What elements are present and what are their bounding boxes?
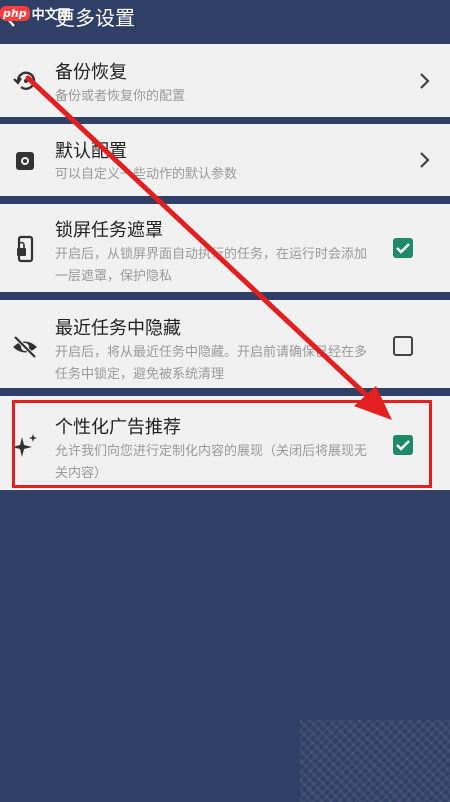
watermark-logo: php <box>0 5 30 21</box>
settings-item-lock-screen-mask[interactable]: 锁屏任务遮罩 开启后，从锁屏界面自动执行的任务，在运行时会添加一层遮罩，保护隐私 <box>0 204 450 292</box>
background-noise-pattern <box>300 720 450 802</box>
settings-item-subtitle: 开启后，将从最近任务中隐藏。开启前请确保已经在多任务中锁定，避免被系统清理 <box>55 345 368 382</box>
settings-item-subtitle: 备份或者恢复你的配置 <box>55 89 186 104</box>
hide-recents-checkbox[interactable] <box>393 336 413 356</box>
settings-item-default-config[interactable]: 默认配置 可以自定义一些动作的默认参数 <box>0 124 450 196</box>
lock-screen-icon <box>10 234 40 264</box>
app-header: php 中文网 更多设置 <box>0 0 450 38</box>
chevron-right-icon <box>418 70 432 92</box>
visibility-off-icon <box>10 332 40 362</box>
settings-item-title: 锁屏任务遮罩 <box>55 220 163 241</box>
settings-item-title: 备份恢复 <box>55 62 127 83</box>
settings-item-hide-recents[interactable]: 最近任务中隐藏 开启后，将从最近任务中隐藏。开启前请确保已经在多任务中锁定，避免… <box>0 300 450 388</box>
settings-item-title: 默认配置 <box>55 141 127 162</box>
settings-item-title: 最近任务中隐藏 <box>55 318 181 339</box>
annotation-highlight-box <box>12 400 432 488</box>
settings-item-backup[interactable]: 备份恢复 备份或者恢复你的配置 <box>0 44 450 117</box>
page-title: 更多设置 <box>55 6 135 30</box>
chevron-right-icon <box>418 149 432 171</box>
lock-screen-mask-checkbox[interactable] <box>393 238 413 258</box>
settings-item-subtitle: 开启后，从锁屏界面自动执行的任务，在运行时会添加一层遮罩，保护隐私 <box>55 247 368 284</box>
settings-item-subtitle: 可以自定义一些动作的默认参数 <box>55 167 238 182</box>
settings-icon <box>10 146 40 176</box>
restore-icon <box>10 66 40 96</box>
